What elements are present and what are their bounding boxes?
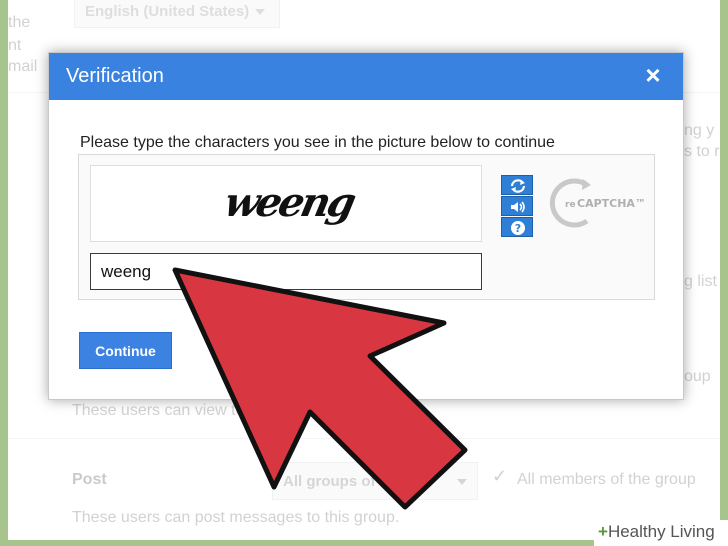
language-select[interactable]: English (United States) <box>74 0 280 28</box>
checkmark-icon: ✓ <box>492 466 508 486</box>
refresh-icon <box>510 179 526 193</box>
language-select-value: English (United States) <box>85 3 250 20</box>
post-label: Post <box>72 471 107 488</box>
captcha-text: weeng <box>220 178 359 225</box>
captcha-answer-input[interactable] <box>90 253 482 290</box>
captcha-prompt: Please type the characters you see in th… <box>80 134 555 151</box>
background-right-text-1: ng y <box>684 122 715 139</box>
captcha-image: weeng <box>90 165 482 242</box>
help-icon: ? <box>511 221 525 235</box>
post-option-label: All members of the group <box>517 471 696 488</box>
watermark-plus-icon: + <box>598 522 608 541</box>
post-permission-select[interactable]: All groups of b <box>272 462 478 500</box>
post-permission-description: These users can post messages to this gr… <box>72 509 400 526</box>
recaptcha-logo-text: CAPTCHA™ <box>577 197 646 210</box>
audio-icon <box>511 201 525 213</box>
verification-dialog: Verification × Please type the character… <box>48 52 684 400</box>
refresh-captcha-button[interactable] <box>501 175 533 195</box>
view-permission-description: These users can view to <box>72 402 245 419</box>
recaptcha-logo-prefix: re <box>565 200 576 210</box>
chevron-down-icon <box>255 9 266 16</box>
background-left-text-3: mail <box>8 58 38 75</box>
background-right-text-2: s to r <box>684 143 720 160</box>
background-right-text-3: g list <box>684 273 717 290</box>
close-button[interactable]: × <box>641 62 665 88</box>
chevron-down-icon <box>457 479 467 485</box>
captcha-panel: weeng weeng ? re CAPTCHA™ <box>78 154 655 300</box>
recaptcha-logo: re CAPTCHA™ <box>549 175 649 231</box>
dialog-header: Verification × <box>49 53 683 100</box>
background-left-text-2: nt <box>8 37 22 54</box>
background-left-text-1: the <box>8 14 31 31</box>
dialog-title: Verification <box>66 65 164 87</box>
background-right-text-4: oup <box>684 368 711 385</box>
captcha-help-button[interactable]: ? <box>501 217 533 237</box>
post-select-prefix: All <box>283 473 303 490</box>
screen: the nt mail English (United States) ng y… <box>8 0 720 540</box>
post-select-value: groups of b <box>306 473 389 490</box>
healthy-living-watermark: +Healthy Living <box>594 520 728 546</box>
audio-captcha-button[interactable] <box>501 196 533 216</box>
divider <box>8 438 720 439</box>
svg-text:?: ? <box>515 222 521 235</box>
continue-button[interactable]: Continue <box>79 332 172 369</box>
watermark-text: Healthy Living <box>607 522 715 541</box>
